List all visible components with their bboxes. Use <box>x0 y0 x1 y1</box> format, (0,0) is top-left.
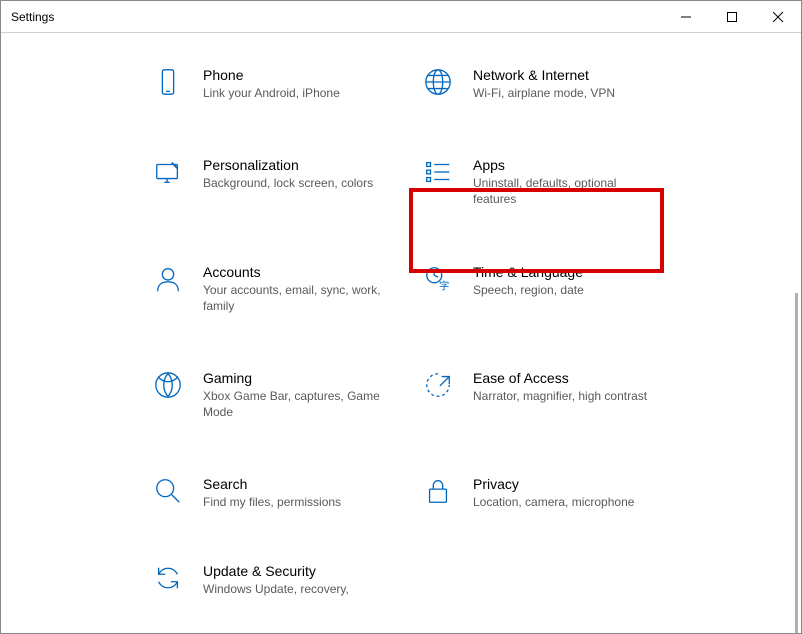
window-controls <box>663 1 801 32</box>
category-title: Ease of Access <box>473 370 647 386</box>
update-icon <box>151 561 185 595</box>
category-title: Network & Internet <box>473 67 615 83</box>
category-subtitle: Speech, region, date <box>473 282 584 298</box>
svg-text:字: 字 <box>439 279 449 292</box>
globe-icon <box>421 65 455 99</box>
minimize-button[interactable] <box>663 1 709 32</box>
category-subtitle: Uninstall, defaults, optional features <box>473 175 663 207</box>
category-title: Search <box>203 476 341 492</box>
category-phone[interactable]: Phone Link your Android, iPhone <box>151 65 421 101</box>
settings-content: Phone Link your Android, iPhone Network … <box>1 33 801 633</box>
close-button[interactable] <box>755 1 801 32</box>
category-subtitle: Windows Update, recovery, <box>203 581 349 597</box>
search-icon <box>151 474 185 508</box>
category-search[interactable]: Search Find my files, permissions <box>151 474 421 510</box>
category-grid: Phone Link your Android, iPhone Network … <box>151 65 711 633</box>
window-title: Settings <box>1 10 663 24</box>
vertical-scrollbar[interactable] <box>795 293 798 633</box>
category-personalization[interactable]: Personalization Background, lock screen,… <box>151 155 421 207</box>
maximize-button[interactable] <box>709 1 755 32</box>
category-time-language[interactable]: 字 Time & Language Speech, region, date <box>421 262 691 314</box>
phone-icon <box>151 65 185 99</box>
ease-of-access-icon <box>421 368 455 402</box>
category-subtitle: Find my files, permissions <box>203 494 341 510</box>
category-subtitle: Narrator, magnifier, high contrast <box>473 388 647 404</box>
category-network[interactable]: Network & Internet Wi-Fi, airplane mode,… <box>421 65 691 101</box>
category-subtitle: Wi-Fi, airplane mode, VPN <box>473 85 615 101</box>
gaming-icon <box>151 368 185 402</box>
category-subtitle: Location, camera, microphone <box>473 494 634 510</box>
category-title: Accounts <box>203 264 393 280</box>
lock-icon <box>421 474 455 508</box>
titlebar: Settings <box>1 1 801 33</box>
category-title: Update & Security <box>203 563 349 579</box>
category-apps[interactable]: Apps Uninstall, defaults, optional featu… <box>421 155 691 207</box>
apps-list-icon <box>421 155 455 189</box>
category-title: Phone <box>203 67 340 83</box>
category-subtitle: Xbox Game Bar, captures, Game Mode <box>203 388 393 420</box>
personalization-icon <box>151 155 185 189</box>
category-title: Personalization <box>203 157 373 173</box>
category-ease-of-access[interactable]: Ease of Access Narrator, magnifier, high… <box>421 368 691 420</box>
category-subtitle: Background, lock screen, colors <box>203 175 373 191</box>
category-subtitle: Your accounts, email, sync, work, family <box>203 282 393 314</box>
category-subtitle: Link your Android, iPhone <box>203 85 340 101</box>
category-title: Privacy <box>473 476 634 492</box>
category-accounts[interactable]: Accounts Your accounts, email, sync, wor… <box>151 262 421 314</box>
time-language-icon: 字 <box>421 262 455 296</box>
category-title: Gaming <box>203 370 393 386</box>
category-title: Apps <box>473 157 663 173</box>
category-gaming[interactable]: Gaming Xbox Game Bar, captures, Game Mod… <box>151 368 421 420</box>
category-update-security[interactable]: Update & Security Windows Update, recove… <box>151 561 421 597</box>
category-title: Time & Language <box>473 264 584 280</box>
person-icon <box>151 262 185 296</box>
category-privacy[interactable]: Privacy Location, camera, microphone <box>421 474 691 510</box>
